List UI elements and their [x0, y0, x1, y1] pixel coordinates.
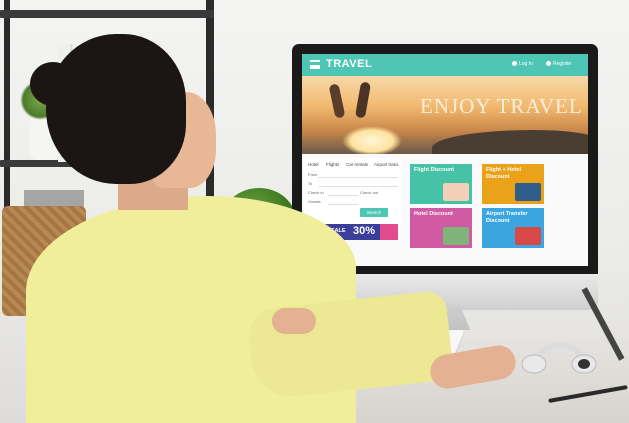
hotel-icon: [515, 183, 541, 201]
site-title: TRAVEL: [326, 58, 373, 70]
hillside: [432, 130, 588, 154]
site-header: TRAVEL Log In Register: [302, 54, 588, 76]
register-link[interactable]: Register: [553, 61, 572, 67]
hero-text: ENJOY TRAVEL: [420, 94, 583, 118]
headphones: [521, 342, 597, 374]
hero-banner: ENJOY TRAVEL: [302, 76, 588, 154]
person-hand: [272, 308, 316, 334]
user-icon: [512, 61, 517, 66]
search-panel: Hotel Flights Car rentals Airport trans …: [304, 158, 402, 226]
bed-icon: [443, 227, 469, 245]
card-flight-hotel-discount[interactable]: Flight + Hotel Discount: [482, 164, 544, 204]
flash-sale-percent: 30%: [353, 225, 376, 237]
from-input[interactable]: [318, 172, 398, 178]
menu-icon[interactable]: [310, 60, 320, 69]
field-label: To: [308, 181, 313, 186]
tag-icon: [380, 224, 398, 240]
tab-flights[interactable]: Flights: [326, 162, 339, 167]
login-link[interactable]: Log In: [519, 61, 533, 67]
tab-hotel[interactable]: Hotel: [308, 162, 319, 167]
plane-icon: [443, 183, 469, 201]
card-title: Airport Transfer Discount: [486, 211, 528, 224]
field-label: From: [308, 172, 318, 177]
person-hair: [46, 34, 186, 184]
to-input[interactable]: [318, 181, 398, 187]
guests-input[interactable]: [328, 199, 358, 205]
traveler-figure: [328, 83, 346, 119]
traveler-figure: [354, 81, 372, 119]
person-hair-bun: [30, 62, 76, 106]
search-button[interactable]: Search: [360, 208, 388, 217]
field-label: Guests: [308, 199, 321, 204]
monitor-screen: TRAVEL Log In Register ENJOY TRAVEL Hote…: [302, 54, 588, 266]
photo-scene: TRAVEL Log In Register ENJOY TRAVEL Hote…: [0, 0, 629, 423]
field-label: Check out: [360, 190, 379, 195]
card-flight-discount[interactable]: Flight Discount: [410, 164, 472, 204]
card-title: Hotel Discount: [414, 211, 453, 217]
card-airport-transfer-discount[interactable]: Airport Transfer Discount: [482, 208, 544, 248]
card-title: Flight + Hotel Discount: [486, 167, 521, 180]
sunset: [342, 126, 402, 154]
car-icon: [515, 227, 541, 245]
register-icon: [546, 61, 551, 66]
tab-airport[interactable]: Airport trans: [374, 162, 399, 167]
card-title: Flight Discount: [414, 167, 455, 173]
field-label: Check in: [308, 190, 324, 195]
card-hotel-discount[interactable]: Hotel Discount: [410, 208, 472, 248]
checkin-input[interactable]: [328, 190, 358, 196]
tab-car-rentals[interactable]: Car rentals: [346, 162, 368, 167]
shelf-board: [0, 10, 214, 18]
